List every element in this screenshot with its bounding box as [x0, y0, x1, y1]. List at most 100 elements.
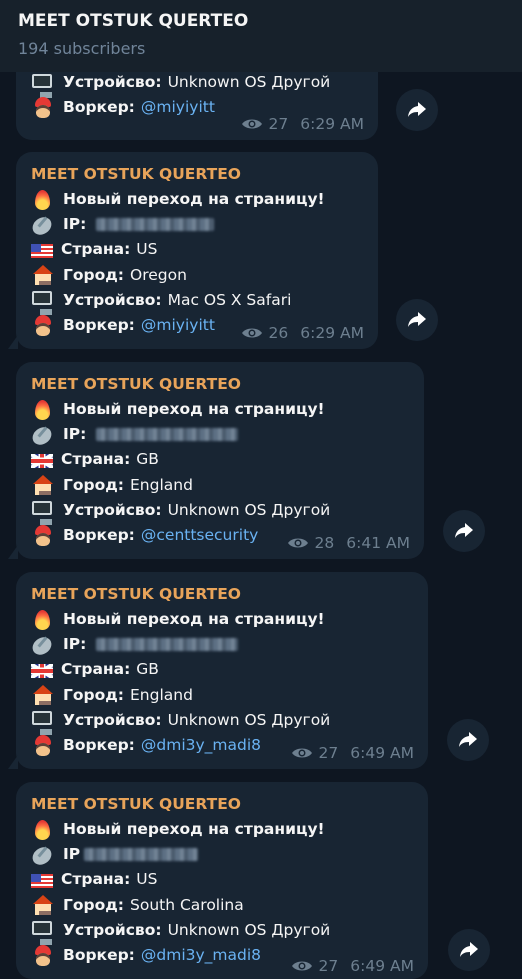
country-value: GB [136, 660, 159, 679]
eye-icon [291, 748, 312, 758]
channel-message[interactable]: MEET OTSTUK QUERTEO Новый переход на стр… [8, 152, 378, 349]
forward-button[interactable] [448, 929, 490, 971]
message-author: MEET OTSTUK QUERTEO [31, 585, 241, 603]
worker-mention-link[interactable]: @dmi3y_madi8 [141, 943, 261, 968]
device-label: Устройсво: [63, 920, 162, 939]
message-time: 6:29 AM [300, 324, 364, 342]
worker-mention-link[interactable]: @dmi3y_madi8 [141, 733, 261, 758]
country-label: Страна: [61, 450, 131, 469]
channel-message[interactable]: MEET OTSTUK QUERTEO Новый переход на стр… [8, 572, 428, 769]
worker-label: Воркер: [63, 98, 135, 117]
forward-button[interactable] [396, 299, 438, 341]
city-label: Город: [63, 265, 124, 284]
forward-button[interactable] [447, 719, 489, 761]
view-count: 27 [268, 115, 289, 133]
message-line-ip: IP: [31, 632, 414, 657]
worker-emoji-icon [31, 734, 55, 757]
share-arrow-icon [460, 942, 478, 957]
share-arrow-icon [408, 312, 426, 327]
ip-redacted [96, 428, 239, 442]
house-icon [31, 474, 55, 496]
device-value: Unknown OS Другой [167, 710, 331, 729]
desktop-computer-icon [31, 499, 55, 521]
gb-flag-icon [31, 454, 53, 468]
city-value: England [130, 685, 193, 704]
worker-emoji-icon [31, 314, 55, 337]
satellite-antenna-icon [31, 634, 55, 656]
message-line-country: Страна: GB [31, 657, 414, 682]
message-meta: 27 6:29 AM [241, 115, 364, 133]
city-label: Город: [63, 475, 124, 494]
share-arrow-icon [408, 102, 426, 117]
worker-label: Воркер: [63, 316, 135, 335]
message-author: MEET OTSTUK QUERTEO [31, 375, 241, 393]
worker-emoji-icon [31, 524, 55, 547]
message-line-country: Страна: US [31, 867, 414, 892]
event-title: Новый переход на страницу! [63, 400, 325, 418]
eye-icon [287, 538, 308, 548]
view-count: 27 [318, 957, 339, 975]
message-line-ip: IP: [31, 212, 364, 237]
message-meta: 28 6:41 AM [287, 534, 410, 552]
worker-emoji-icon [31, 96, 55, 119]
city-value: South Carolina [130, 895, 244, 914]
view-count: 28 [314, 534, 335, 552]
gb-flag-icon [31, 664, 53, 678]
desktop-computer-icon [31, 289, 55, 311]
country-label: Страна: [61, 660, 131, 679]
forward-button[interactable] [443, 510, 485, 552]
channel-message[interactable]: MEET OTSTUK QUERTEO Новый переход на стр… [16, 782, 428, 979]
country-value: US [136, 870, 158, 889]
subscriber-count: 194 subscribers [18, 39, 146, 58]
house-icon [31, 894, 55, 916]
eye-icon [241, 328, 262, 338]
ip-label: IP [63, 845, 81, 864]
channel-title[interactable]: MEET OTSTUK QUERTEO [18, 11, 248, 31]
desktop-computer-icon [31, 919, 55, 941]
ip-label: IP: [63, 635, 87, 654]
message-line-city: Город: South Carolina [31, 893, 414, 918]
worker-emoji-icon [31, 944, 55, 967]
worker-mention-link[interactable]: @centtsecurity [141, 523, 258, 548]
message-line-event: Новый переход на страницу! [31, 187, 364, 212]
message-feed[interactable]: Устройсво: Unknown OS Другой Воркер: @mi… [0, 0, 522, 979]
message-line-event: Новый переход на страницу! [31, 607, 414, 632]
satellite-antenna-icon [31, 424, 55, 446]
country-value: US [136, 240, 158, 259]
message-time: 6:49 AM [350, 957, 414, 975]
message-line-city: Город: Oregon [31, 263, 364, 288]
worker-label: Воркер: [63, 736, 135, 755]
message-line-city: Город: England [31, 683, 414, 708]
device-value: Unknown OS Другой [167, 73, 331, 91]
message-line-ip: IP: [31, 422, 410, 447]
device-label: Устройсво: [63, 710, 162, 729]
message-line-device: Устройсво: Unknown OS Другой [31, 918, 414, 943]
channel-header[interactable]: MEET OTSTUK QUERTEO 194 subscribers [0, 0, 522, 72]
message-author: MEET OTSTUK QUERTEO [31, 795, 241, 813]
channel-message[interactable]: MEET OTSTUK QUERTEO Новый переход на стр… [8, 362, 424, 559]
message-line-city: Город: England [31, 473, 410, 498]
city-label: Город: [63, 895, 124, 914]
share-arrow-icon [459, 732, 477, 747]
us-flag-icon [31, 244, 53, 258]
event-title: Новый переход на страницу! [63, 190, 325, 208]
worker-mention-link[interactable]: @miyiyitt [141, 95, 215, 120]
ip-redacted [84, 848, 199, 862]
fire-icon [31, 609, 55, 631]
message-line-device: Устройсво: Unknown OS Другой [31, 70, 364, 95]
house-icon [31, 264, 55, 286]
message-line-event: Новый переход на страницу! [31, 397, 410, 422]
fire-icon [31, 189, 55, 211]
view-count: 27 [318, 744, 339, 762]
message-line-ip: IP [31, 842, 414, 867]
device-value: Mac OS X Safari [167, 290, 292, 309]
event-title: Новый переход на страницу! [63, 820, 325, 838]
fire-icon [31, 819, 55, 841]
event-title: Новый переход на страницу! [63, 610, 325, 628]
message-time: 6:49 AM [350, 744, 414, 762]
device-value: Unknown OS Другой [167, 920, 331, 939]
worker-mention-link[interactable]: @miyiyitt [141, 313, 215, 338]
ip-label: IP: [63, 215, 87, 234]
message-time: 6:41 AM [346, 534, 410, 552]
forward-button[interactable] [396, 89, 438, 131]
